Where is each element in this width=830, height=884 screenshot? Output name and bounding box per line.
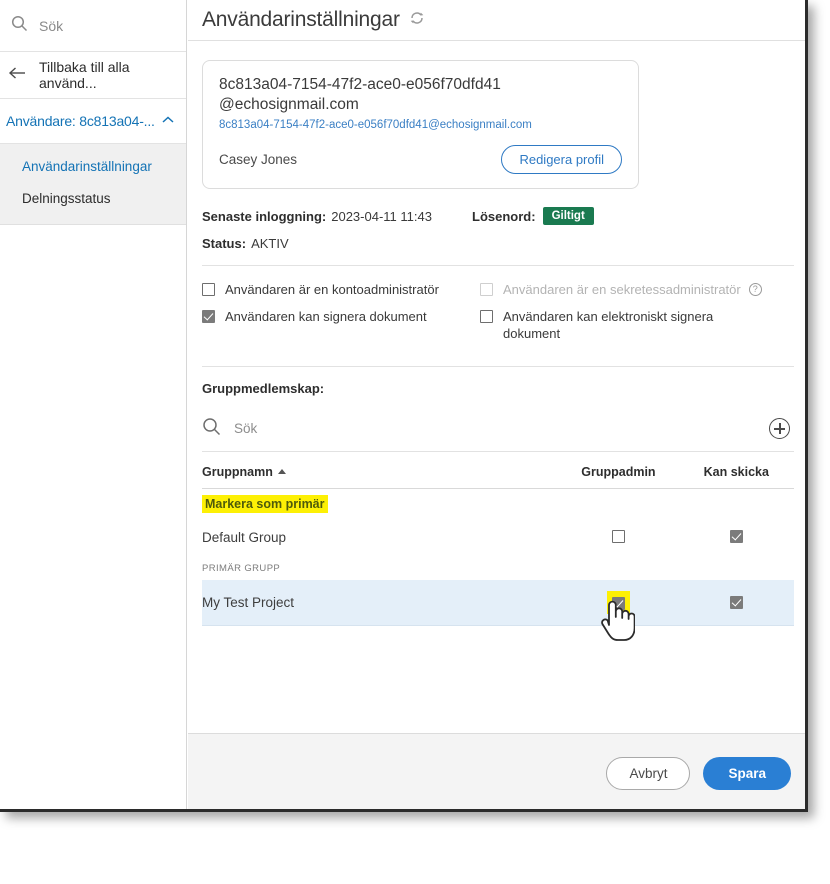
can-send-checkbox[interactable] bbox=[729, 530, 743, 543]
permission-account-admin[interactable]: Användaren är en kontoadministratör bbox=[202, 281, 480, 298]
status-value: AKTIV bbox=[251, 236, 289, 251]
arrow-left-icon bbox=[8, 66, 27, 85]
column-header-group-name[interactable]: Gruppnamn bbox=[202, 452, 559, 489]
permission-can-esign-label: Användaren kan elektroniskt signera doku… bbox=[503, 309, 714, 341]
info-row-login-password: Senaste inloggning: 2023-04-11 11:43 Lös… bbox=[202, 207, 794, 225]
sidebar-submenu: Användarinställningar Delningsstatus bbox=[0, 144, 186, 225]
back-to-all-users-label: Tillbaka till alla använd... bbox=[39, 59, 130, 91]
group-name-cell: My Test Project bbox=[202, 580, 559, 626]
edit-profile-button[interactable]: Redigera profil bbox=[501, 145, 622, 174]
sidebar-item-sharing-status[interactable]: Delningsstatus bbox=[0, 182, 186, 214]
can-send-checkbox[interactable] bbox=[729, 595, 743, 609]
table-row[interactable]: My Test Project bbox=[202, 580, 794, 626]
content-area: 8c813a04-7154-47f2-ace0-e056f70dfd41 @ec… bbox=[188, 42, 805, 732]
permission-account-admin-checkbox[interactable] bbox=[202, 283, 215, 296]
search-icon bbox=[11, 15, 28, 37]
page-title-row: Användarinställningar bbox=[188, 0, 805, 41]
mark-as-primary-link[interactable]: Markera som primär bbox=[202, 495, 328, 513]
group-name-cell: Default Group bbox=[202, 529, 287, 545]
column-header-group-admin[interactable]: Gruppadmin bbox=[558, 452, 679, 489]
sort-ascending-icon bbox=[277, 469, 286, 474]
password-label: Lösenord: bbox=[472, 208, 536, 224]
column-header-group-name-label: Gruppnamn bbox=[202, 465, 273, 479]
last-login-value: 2023-04-11 11:43 bbox=[331, 208, 432, 224]
permission-privacy-admin-checkbox bbox=[480, 283, 493, 296]
add-group-button[interactable] bbox=[769, 418, 790, 439]
mark-primary-cell: Markera som primär bbox=[202, 489, 794, 518]
mark-primary-row: Markera som primär bbox=[202, 489, 794, 518]
sidebar-user-group-label: Användare: 8c813a04-... bbox=[6, 113, 155, 129]
user-id-line2: @echosignmail.com bbox=[219, 96, 359, 113]
sidebar-search[interactable]: Sök bbox=[0, 0, 186, 52]
save-button[interactable]: Spara bbox=[703, 756, 791, 790]
user-summary-card: 8c813a04-7154-47f2-ace0-e056f70dfd41 @ec… bbox=[202, 60, 639, 189]
permission-can-sign-checkbox[interactable] bbox=[202, 310, 215, 323]
group-admin-checkbox[interactable] bbox=[611, 530, 625, 543]
password-status-badge: Giltigt bbox=[542, 207, 594, 225]
divider-top bbox=[202, 265, 794, 266]
group-search-input[interactable]: Sök bbox=[234, 421, 769, 436]
back-to-all-users[interactable]: Tillbaka till alla använd... bbox=[0, 52, 186, 99]
table-header-row: Gruppnamn Gruppadmin Kan skicka bbox=[202, 452, 794, 489]
main-panel: Användarinställningar 8c813a04-7154-47f2… bbox=[188, 0, 805, 809]
table-row[interactable]: Default Group bbox=[202, 517, 794, 557]
sidebar-item-user-group[interactable]: Användare: 8c813a04-... bbox=[0, 99, 186, 144]
can-send-cell[interactable] bbox=[678, 580, 794, 626]
primary-tag-row: PRIMÄR GRUPP bbox=[202, 557, 794, 580]
last-login-label: Senaste inloggning: bbox=[202, 208, 327, 224]
permission-can-sign-label: Användaren kan signera dokument bbox=[225, 309, 427, 324]
primary-group-tag: PRIMÄR GRUPP bbox=[202, 563, 281, 574]
password-group: Lösenord: Giltigt bbox=[472, 207, 594, 225]
group-admin-cell[interactable] bbox=[558, 580, 679, 626]
group-membership-table: Gruppnamn Gruppadmin Kan skicka Markera … bbox=[202, 452, 794, 626]
group-admin-cell[interactable] bbox=[558, 517, 678, 557]
sidebar-item-user-settings-label: Användarinställningar bbox=[22, 158, 152, 174]
permissions-column-right: Användaren är en sekretessadministratör … bbox=[480, 281, 762, 352]
permission-privacy-admin: Användaren är en sekretessadministratör … bbox=[480, 281, 762, 298]
group-admin-checkbox-highlight bbox=[606, 591, 630, 614]
page-title: Användarinställningar bbox=[202, 8, 400, 31]
user-display-name: Casey Jones bbox=[219, 152, 298, 167]
column-header-can-send[interactable]: Kan skicka bbox=[678, 452, 794, 489]
primary-group-tag-cell: PRIMÄR GRUPP bbox=[202, 557, 794, 580]
user-email-link[interactable]: 8c813a04-7154-47f2-ace0-e056f70dfd41@ech… bbox=[219, 119, 622, 131]
refresh-icon[interactable] bbox=[409, 10, 425, 31]
sidebar-item-user-settings[interactable]: Användarinställningar bbox=[0, 150, 186, 182]
user-info-block: Senaste inloggning: 2023-04-11 11:43 Lös… bbox=[202, 207, 794, 251]
permission-can-sign[interactable]: Användaren kan signera dokument bbox=[202, 308, 480, 325]
sidebar-item-sharing-status-label: Delningsstatus bbox=[22, 190, 111, 206]
chevron-up-icon[interactable] bbox=[161, 112, 175, 130]
help-icon[interactable]: ? bbox=[748, 283, 762, 296]
last-login-group: Senaste inloggning: 2023-04-11 11:43 bbox=[202, 209, 472, 224]
can-send-cell[interactable] bbox=[679, 517, 794, 557]
status-label: Status: bbox=[202, 236, 247, 251]
permissions-grid: Användaren är en kontoadministratör Anvä… bbox=[202, 281, 794, 352]
search-icon bbox=[202, 417, 221, 441]
application-window: Sök Tillbaka till alla använd... Använda… bbox=[0, 0, 808, 812]
group-admin-checkbox[interactable] bbox=[611, 597, 625, 610]
status-group: Status: AKTIV bbox=[202, 236, 472, 251]
user-id-line1: 8c813a04-7154-47f2-ace0-e056f70dfd41 bbox=[219, 76, 501, 93]
divider-bottom bbox=[202, 366, 794, 367]
sidebar: Sök Tillbaka till alla använd... Använda… bbox=[0, 0, 187, 809]
sidebar-search-placeholder: Sök bbox=[39, 17, 64, 34]
info-row-status: Status: AKTIV bbox=[202, 236, 794, 251]
permission-can-esign[interactable]: Användaren kan elektroniskt signera doku… bbox=[480, 308, 758, 342]
group-search-row: Sök bbox=[202, 412, 794, 452]
cancel-button[interactable]: Avbryt bbox=[606, 756, 691, 790]
permission-account-admin-label: Användaren är en kontoadministratör bbox=[225, 282, 439, 297]
permission-privacy-admin-label: Användaren är en sekretessadministratör bbox=[503, 282, 741, 297]
group-membership-title: Gruppmedlemskap: bbox=[202, 381, 325, 396]
user-card-footer: Casey Jones Redigera profil bbox=[219, 145, 622, 174]
permission-can-esign-checkbox[interactable] bbox=[480, 310, 493, 323]
permissions-column-left: Användaren är en kontoadministratör Anvä… bbox=[202, 281, 480, 352]
dialog-footer: Avbryt Spara bbox=[188, 733, 805, 809]
